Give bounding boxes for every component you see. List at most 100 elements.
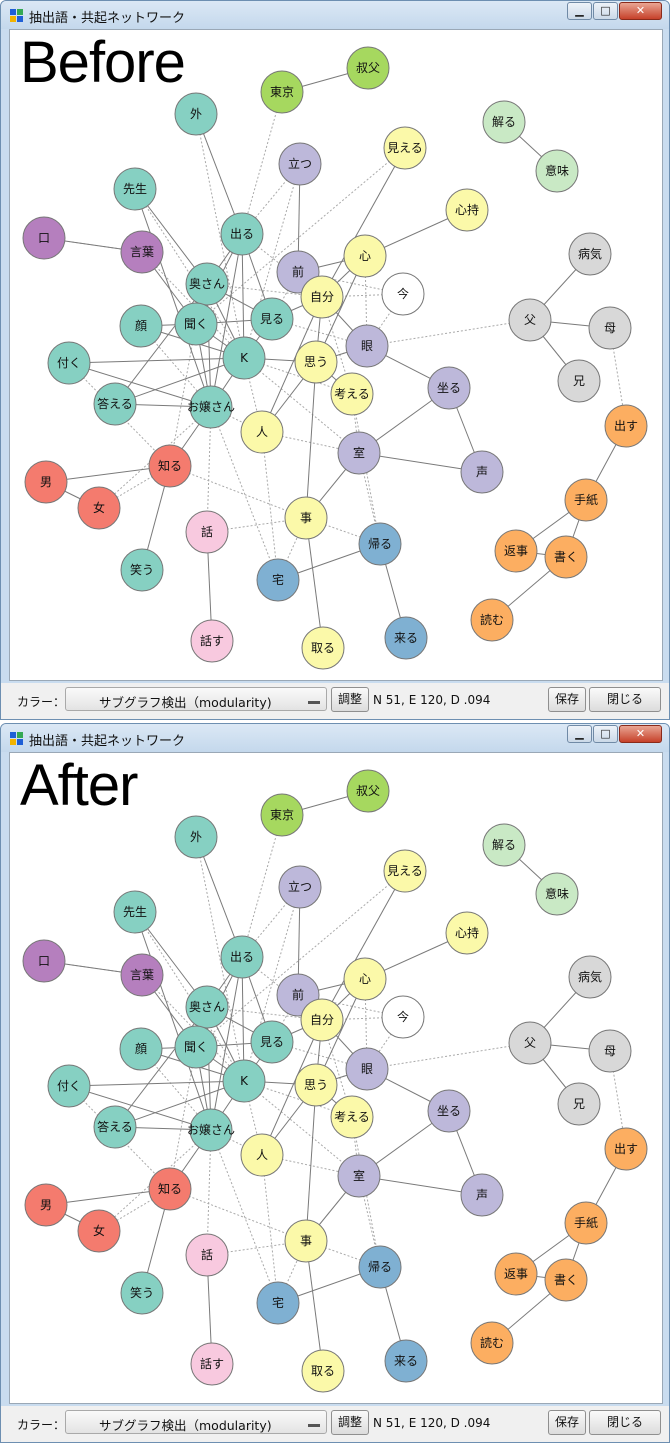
node-笑う[interactable]: 笑う — [120, 1271, 164, 1315]
node-心持[interactable]: 心持 — [445, 188, 489, 232]
node-男[interactable]: 男 — [24, 1183, 68, 1227]
node-父[interactable]: 父 — [508, 1021, 552, 1065]
node-今[interactable]: 今 — [381, 995, 425, 1039]
node-書く[interactable]: 書く — [544, 1258, 588, 1302]
node-話す[interactable]: 話す — [190, 1342, 234, 1386]
node-付く[interactable]: 付く — [47, 1064, 91, 1108]
node-知る[interactable]: 知る — [148, 1167, 192, 1211]
color-mode-select[interactable]: サブグラフ検出（modularity) — [65, 1410, 327, 1434]
node-人[interactable]: 人 — [240, 1133, 284, 1177]
node-病気[interactable]: 病気 — [568, 955, 612, 999]
node-手紙[interactable]: 手紙 — [564, 478, 608, 522]
node-返事[interactable]: 返事 — [494, 529, 538, 573]
node-書く[interactable]: 書く — [544, 535, 588, 579]
node-言葉[interactable]: 言葉 — [120, 953, 164, 997]
node-奥さん[interactable]: 奥さん — [185, 262, 229, 306]
node-K[interactable]: K — [222, 1059, 266, 1103]
node-返事[interactable]: 返事 — [494, 1252, 538, 1296]
node-顔[interactable]: 顔 — [119, 1027, 163, 1071]
node-読む[interactable]: 読む — [470, 598, 514, 642]
close-button[interactable]: 閉じる — [589, 1410, 661, 1435]
node-言葉[interactable]: 言葉 — [120, 230, 164, 274]
node-病気[interactable]: 病気 — [568, 232, 612, 276]
title-bar[interactable]: 抽出語・共起ネットワーク ▁ □ ✕ — [1, 724, 669, 752]
node-外[interactable]: 外 — [174, 815, 218, 859]
maximize-button[interactable]: □ — [593, 2, 618, 20]
node-室[interactable]: 室 — [337, 1154, 381, 1198]
node-東京[interactable]: 東京 — [260, 793, 304, 837]
node-帰る[interactable]: 帰る — [358, 1245, 402, 1289]
node-聞く[interactable]: 聞く — [174, 1025, 218, 1069]
title-bar[interactable]: 抽出語・共起ネットワーク ▁ □ ✕ — [1, 1, 669, 29]
node-見える[interactable]: 見える — [383, 849, 427, 893]
node-手紙[interactable]: 手紙 — [564, 1201, 608, 1245]
node-K[interactable]: K — [222, 336, 266, 380]
node-答える[interactable]: 答える — [93, 1105, 137, 1149]
node-宅[interactable]: 宅 — [256, 558, 300, 602]
node-取る[interactable]: 取る — [301, 1349, 345, 1393]
node-お嬢さん[interactable]: お嬢さん — [187, 1108, 235, 1152]
node-眼[interactable]: 眼 — [345, 324, 389, 368]
network-canvas[interactable]: 外 東京 叔父 解る 意味 先生 立つ 見える 心持口言葉 出る心 病気前奥さん 自分 今父母 顔 聞く 見る… — [9, 29, 663, 681]
node-答える[interactable]: 答える — [93, 382, 137, 426]
node-見える[interactable]: 見える — [383, 126, 427, 170]
save-button[interactable]: 保存 — [548, 687, 586, 712]
close-window-button[interactable]: ✕ — [619, 725, 662, 743]
node-知る[interactable]: 知る — [148, 444, 192, 488]
node-兄[interactable]: 兄 — [557, 1082, 601, 1126]
save-button[interactable]: 保存 — [548, 1410, 586, 1435]
node-叔父[interactable]: 叔父 — [346, 46, 390, 90]
node-室[interactable]: 室 — [337, 431, 381, 475]
node-笑う[interactable]: 笑う — [120, 548, 164, 592]
node-顔[interactable]: 顔 — [119, 304, 163, 348]
adjust-button[interactable]: 調整 — [331, 687, 369, 712]
node-事[interactable]: 事 — [284, 496, 328, 540]
node-来る[interactable]: 来る — [384, 616, 428, 660]
node-帰る[interactable]: 帰る — [358, 522, 402, 566]
node-奥さん[interactable]: 奥さん — [185, 985, 229, 1029]
node-口[interactable]: 口 — [22, 939, 66, 983]
node-読む[interactable]: 読む — [470, 1321, 514, 1365]
node-話[interactable]: 話 — [185, 1233, 229, 1277]
node-今[interactable]: 今 — [381, 272, 425, 316]
node-声[interactable]: 声 — [460, 450, 504, 494]
node-人[interactable]: 人 — [240, 410, 284, 454]
node-お嬢さん[interactable]: お嬢さん — [187, 385, 235, 429]
node-声[interactable]: 声 — [460, 1173, 504, 1217]
minimize-button[interactable]: ▁ — [567, 2, 592, 20]
node-考える[interactable]: 考える — [330, 1095, 374, 1139]
node-坐る[interactable]: 坐る — [427, 1089, 471, 1133]
close-window-button[interactable]: ✕ — [619, 2, 662, 20]
node-心持[interactable]: 心持 — [445, 911, 489, 955]
node-母[interactable]: 母 — [588, 306, 632, 350]
node-宅[interactable]: 宅 — [256, 1281, 300, 1325]
adjust-button[interactable]: 調整 — [331, 1410, 369, 1435]
node-思う[interactable]: 思う — [294, 1063, 338, 1107]
maximize-button[interactable]: □ — [593, 725, 618, 743]
node-来る[interactable]: 来る — [384, 1339, 428, 1383]
node-出る[interactable]: 出る — [220, 212, 264, 256]
node-男[interactable]: 男 — [24, 460, 68, 504]
node-心[interactable]: 心 — [343, 234, 387, 278]
node-話[interactable]: 話 — [185, 510, 229, 554]
node-父[interactable]: 父 — [508, 298, 552, 342]
node-眼[interactable]: 眼 — [345, 1047, 389, 1091]
node-意味[interactable]: 意味 — [535, 149, 579, 193]
node-叔父[interactable]: 叔父 — [346, 769, 390, 813]
node-東京[interactable]: 東京 — [260, 70, 304, 114]
node-解る[interactable]: 解る — [482, 823, 526, 867]
node-意味[interactable]: 意味 — [535, 872, 579, 916]
close-button[interactable]: 閉じる — [589, 687, 661, 712]
node-自分[interactable]: 自分 — [300, 275, 344, 319]
node-心[interactable]: 心 — [343, 957, 387, 1001]
node-立つ[interactable]: 立つ — [278, 142, 322, 186]
node-思う[interactable]: 思う — [294, 340, 338, 384]
node-考える[interactable]: 考える — [330, 372, 374, 416]
node-聞く[interactable]: 聞く — [174, 302, 218, 346]
node-解る[interactable]: 解る — [482, 100, 526, 144]
node-外[interactable]: 外 — [174, 92, 218, 136]
node-見る[interactable]: 見る — [250, 297, 294, 341]
node-付く[interactable]: 付く — [47, 341, 91, 385]
node-出す[interactable]: 出す — [604, 404, 648, 448]
node-女[interactable]: 女 — [77, 486, 121, 530]
